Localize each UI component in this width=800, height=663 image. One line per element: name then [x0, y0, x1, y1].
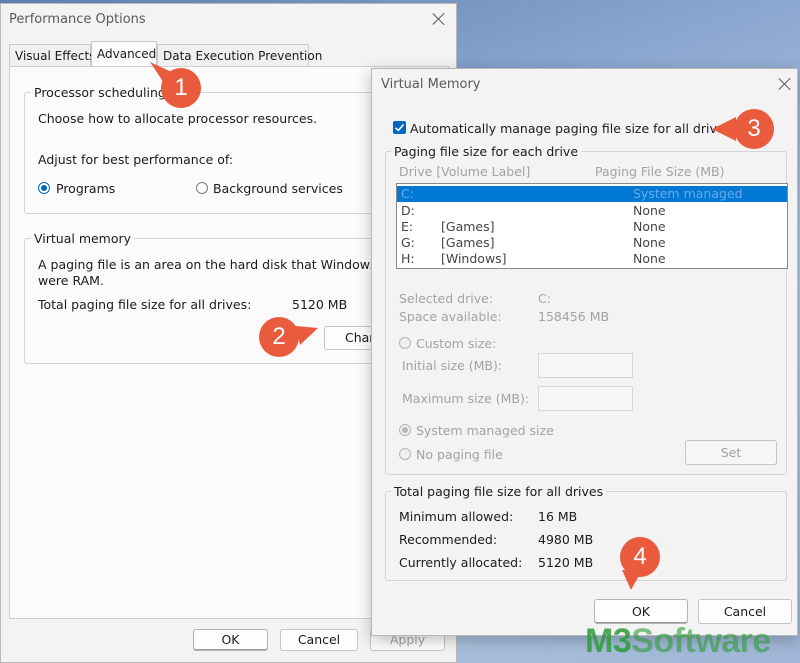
maximum-size-label: Maximum size (MB):: [402, 391, 530, 406]
drive-listbox[interactable]: C: System managed D: None E: [Games] Non…: [396, 183, 788, 269]
recommended-value: 4980 MB: [538, 532, 594, 547]
virtual-memory-description-line2: were RAM.: [38, 273, 104, 288]
drive-letter: E:: [401, 219, 414, 234]
auto-manage-checkbox[interactable]: [393, 121, 406, 134]
drive-volume-label: [Games]: [441, 235, 495, 250]
watermark-part1: M3: [585, 622, 632, 660]
virtual-memory-cancel-button[interactable]: Cancel: [698, 599, 792, 624]
drive-paging-size: None: [633, 219, 666, 234]
drive-row[interactable]: D: None: [397, 203, 787, 219]
total-paging-title: Total paging file size for all drives: [391, 484, 607, 499]
tab-advanced[interactable]: Advanced: [91, 41, 157, 67]
performance-options-close-icon[interactable]: [432, 12, 446, 26]
set-button[interactable]: Set: [685, 440, 777, 465]
virtual-memory-title: Virtual memory: [31, 231, 135, 246]
total-paging-value: 5120 MB: [292, 297, 348, 312]
programs-radio[interactable]: [38, 182, 50, 194]
programs-radio-label[interactable]: Programs: [56, 181, 115, 196]
drive-letter: G:: [401, 235, 415, 250]
drive-paging-size: None: [633, 203, 666, 218]
currently-allocated-label: Currently allocated:: [399, 555, 523, 570]
drive-paging-size: None: [633, 251, 666, 266]
drive-letter: H:: [401, 251, 415, 266]
callout-badge-3: 3: [734, 109, 774, 149]
performance-options-title: Performance Options: [9, 12, 146, 27]
initial-size-input[interactable]: [538, 353, 633, 378]
background-services-radio[interactable]: [196, 182, 208, 194]
tab-data-execution-prevention[interactable]: Data Execution Prevention: [157, 44, 322, 66]
m3-software-watermark: M3Software: [585, 622, 771, 661]
virtual-memory-description-line1: A paging file is an area on the hard dis…: [38, 257, 403, 272]
performance-cancel-button[interactable]: Cancel: [280, 629, 358, 651]
virtual-memory-close-icon[interactable]: [778, 77, 792, 91]
auto-manage-label[interactable]: Automatically manage paging file size fo…: [410, 121, 731, 136]
processor-scheduling-description: Choose how to allocate processor resourc…: [38, 111, 318, 126]
paging-each-drive-title: Paging file size for each drive: [391, 144, 582, 159]
drive-paging-size: System managed: [633, 186, 743, 201]
maximum-size-input[interactable]: [538, 386, 633, 411]
callout-badge-2: 2: [259, 317, 299, 357]
no-paging-file-radio[interactable]: [399, 448, 411, 460]
minimum-allowed-value: 16 MB: [538, 509, 578, 524]
selected-drive-value: C:: [538, 291, 551, 306]
performance-ok-button[interactable]: OK: [193, 629, 268, 651]
selected-drive-label: Selected drive:: [399, 291, 494, 306]
background-services-radio-label[interactable]: Background services: [213, 181, 343, 196]
system-managed-label[interactable]: System managed size: [416, 423, 554, 438]
currently-allocated-value: 5120 MB: [538, 555, 594, 570]
checkmark-icon: [394, 124, 405, 132]
drive-letter: C:: [401, 186, 414, 201]
minimum-allowed-label: Minimum allowed:: [399, 509, 514, 524]
total-paging-label: Total paging file size for all drives:: [38, 297, 252, 312]
drive-row[interactable]: C: System managed: [397, 186, 787, 202]
processor-scheduling-title: Processor scheduling: [31, 85, 169, 100]
drive-volume-label: [Games]: [441, 219, 495, 234]
adjust-performance-label: Adjust for best performance of:: [38, 152, 234, 167]
custom-size-radio[interactable]: [399, 337, 411, 349]
no-paging-file-label[interactable]: No paging file: [416, 447, 503, 462]
drive-volume-label: [Windows]: [441, 251, 507, 266]
initial-size-label: Initial size (MB):: [402, 358, 503, 373]
drive-paging-size: None: [633, 235, 666, 250]
column-header-drive: Drive [Volume Label]: [399, 164, 531, 179]
drive-row[interactable]: H: [Windows] None: [397, 251, 787, 267]
drive-row[interactable]: G: [Games] None: [397, 235, 787, 251]
virtual-memory-ok-button[interactable]: OK: [594, 599, 688, 624]
tab-visual-effects[interactable]: Visual Effects: [9, 44, 95, 66]
space-available-value: 158456 MB: [538, 309, 610, 324]
drive-row[interactable]: E: [Games] None: [397, 219, 787, 235]
column-header-paging-size: Paging File Size (MB): [595, 164, 725, 179]
callout-badge-4: 4: [620, 537, 660, 577]
custom-size-label[interactable]: Custom size:: [416, 336, 496, 351]
space-available-label: Space available:: [399, 309, 502, 324]
callout-badge-1: 1: [161, 68, 201, 108]
watermark-part2: Software: [631, 622, 771, 660]
virtual-memory-dialog-title: Virtual Memory: [381, 77, 481, 92]
recommended-label: Recommended:: [399, 532, 498, 547]
drive-letter: D:: [401, 203, 415, 218]
system-managed-radio[interactable]: [399, 424, 411, 436]
